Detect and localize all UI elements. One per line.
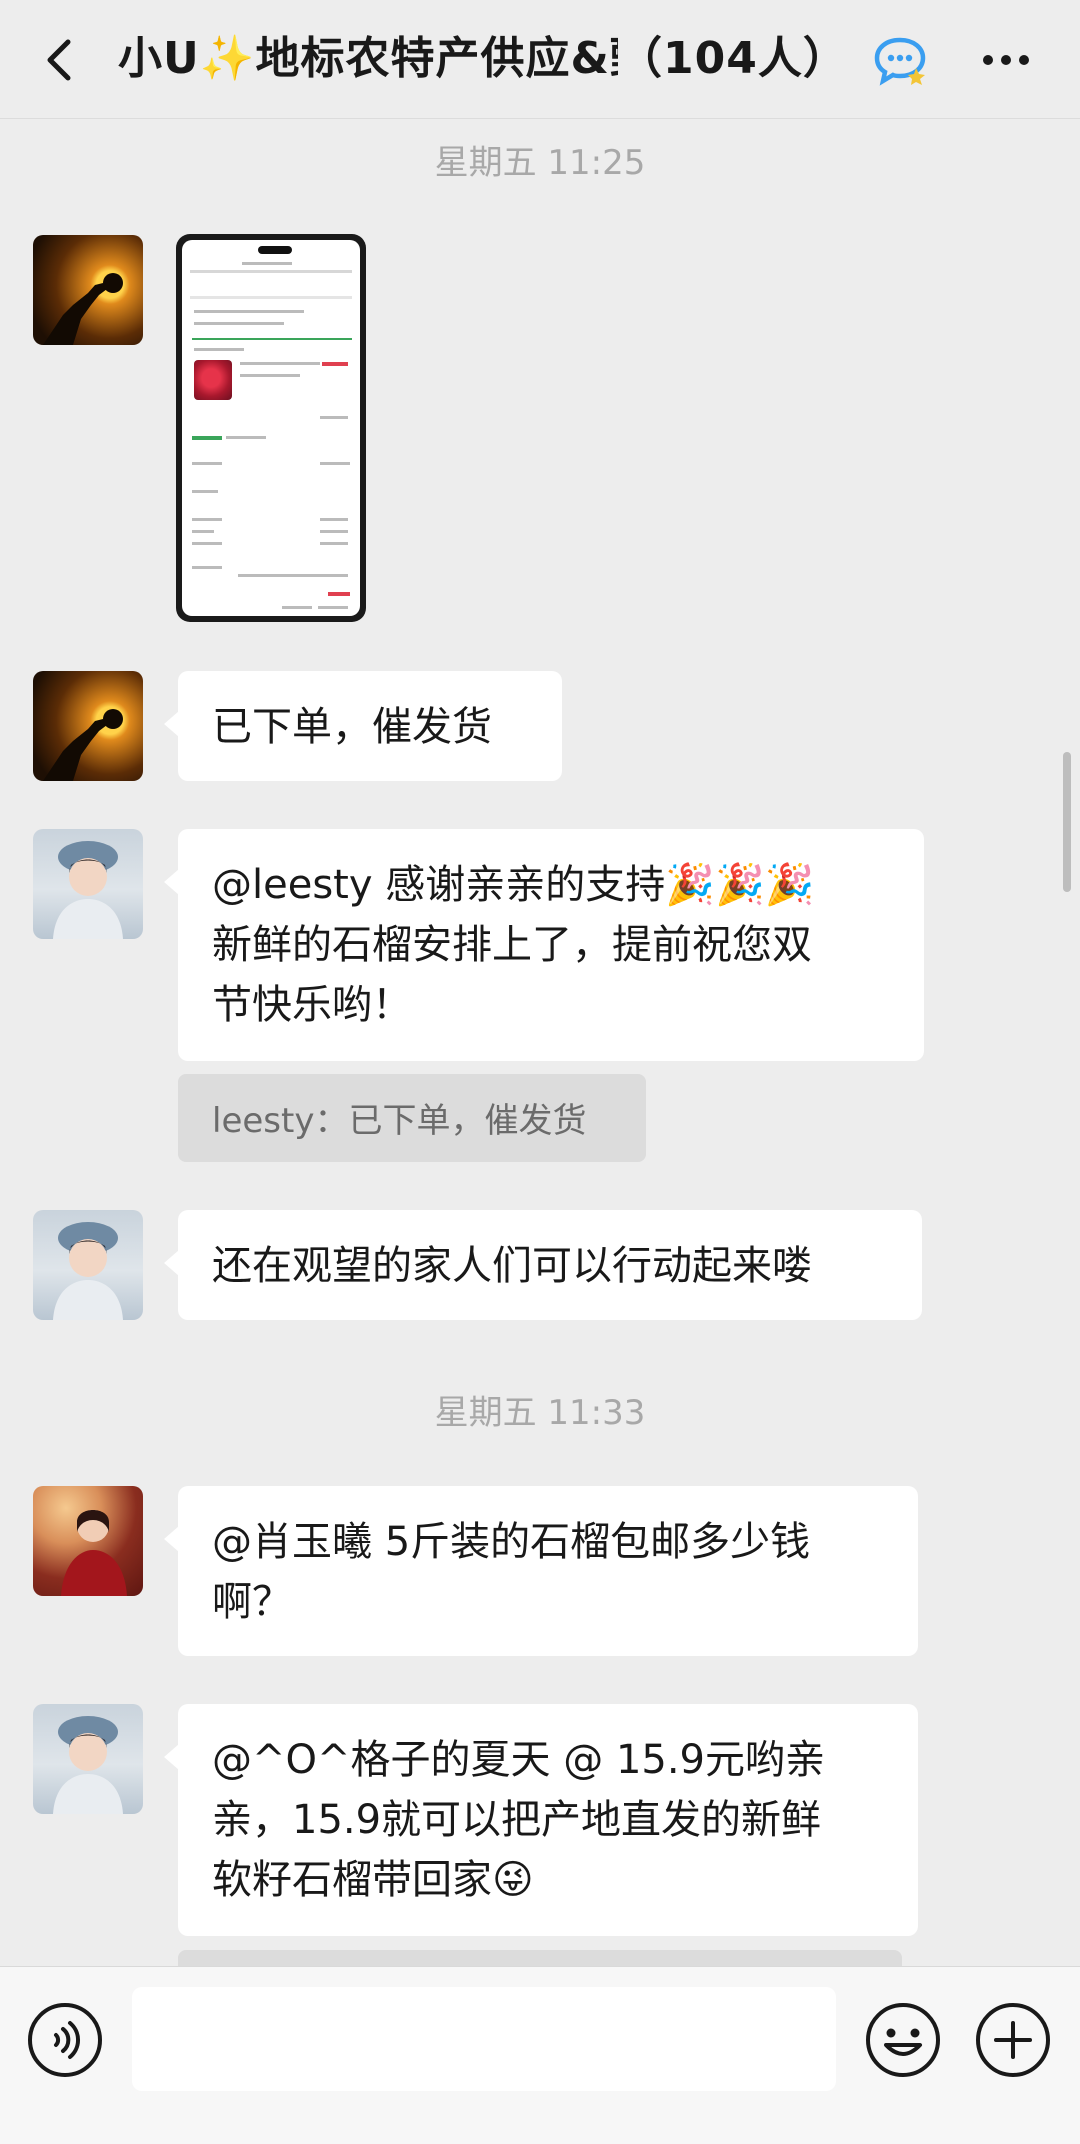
chat-bubble-icon: [874, 37, 926, 86]
winking-face-emoji: 😜: [492, 1857, 534, 1903]
message-text: 亲，15.9就可以把产地直发的新鲜: [212, 1797, 822, 1843]
plus-button[interactable]: [974, 2001, 1052, 2079]
more-icon: [983, 55, 1029, 65]
message-text: @^O^格子的夏天 @ 15.9元哟亲: [212, 1737, 826, 1783]
chat-header: 小U✨地标农特产供应&甄（104人）: [0, 0, 1080, 119]
message-bubble[interactable]: 已下单，催发货: [164, 671, 562, 781]
member-count: （104人）: [618, 33, 838, 84]
message-line: 软籽石榴带回家😜: [212, 1850, 882, 1910]
emoji-icon: [866, 2003, 940, 2077]
message-text: 还在观望的家人们可以行动起来喽: [212, 1243, 812, 1289]
voice-icon: [28, 2003, 102, 2077]
message-bubble[interactable]: @leesty 感谢亲亲的支持🎉🎉🎉 新鲜的石榴安排上了，提前祝您双 节快乐哟！: [164, 829, 924, 1061]
woman-avatar-image: [53, 841, 123, 939]
avatar[interactable]: [33, 1486, 143, 1596]
message-text: @肖玉曦 5斤装的石榴包邮多少钱: [212, 1519, 811, 1565]
avatar[interactable]: [33, 829, 143, 939]
message-line: @leesty 感谢亲亲的支持🎉🎉🎉: [212, 855, 888, 915]
emoji-button[interactable]: [864, 2001, 942, 2079]
back-button[interactable]: [36, 30, 86, 90]
voice-button[interactable]: [26, 2001, 104, 2079]
party-popper-emoji: 🎉🎉🎉: [665, 862, 815, 908]
avatar[interactable]: [33, 1704, 143, 1814]
message-text: 新鲜的石榴安排上了，提前祝您双: [212, 922, 812, 968]
message-bubble[interactable]: @肖玉曦 5斤装的石榴包邮多少钱 啊？: [164, 1486, 918, 1656]
chevron-left-icon: [47, 39, 71, 81]
chat-title[interactable]: 小U✨地标农特产供应&甄（104人）: [118, 28, 838, 90]
timestamp: 星期五 11:33: [434, 1393, 646, 1433]
input-bar: [0, 1966, 1080, 2144]
silhouette-avatar-image: [43, 273, 123, 345]
message-text: @leesty 感谢亲亲的支持: [212, 862, 666, 908]
message-bubble[interactable]: 还在观望的家人们可以行动起来喽: [164, 1210, 922, 1320]
woman-red-avatar-image: [61, 1510, 127, 1596]
scrollbar[interactable]: [1063, 752, 1071, 892]
avatar[interactable]: [33, 671, 143, 781]
quoted-message[interactable]: [178, 1950, 902, 1966]
group-name: 小U✨地标农特产供应&甄: [118, 33, 618, 84]
chat-info-button[interactable]: [872, 32, 928, 88]
order-screenshot-image: [182, 240, 360, 616]
avatar[interactable]: [33, 235, 143, 345]
message-bubble[interactable]: @^O^格子的夏天 @ 15.9元哟亲 亲，15.9就可以把产地直发的新鲜 软籽…: [164, 1704, 918, 1936]
message-text: 节快乐哟！: [212, 982, 412, 1028]
woman-avatar-image: [53, 1222, 123, 1320]
avatar[interactable]: [33, 1210, 143, 1320]
quoted-text: leesty：已下单，催发货: [212, 1101, 587, 1141]
message-text: 已下单，催发货: [212, 704, 492, 750]
image-message[interactable]: [176, 234, 366, 622]
quoted-message[interactable]: leesty：已下单，催发货: [178, 1074, 646, 1162]
silhouette-avatar-image: [43, 709, 123, 781]
plus-icon: [976, 2003, 1050, 2077]
woman-avatar-image: [53, 1716, 123, 1814]
more-button[interactable]: [976, 32, 1036, 88]
message-text: 啊？: [212, 1579, 292, 1625]
message-text: 软籽石榴带回家: [212, 1857, 492, 1903]
message-input[interactable]: [132, 1987, 836, 2091]
timestamp: 星期五 11:25: [434, 143, 646, 183]
